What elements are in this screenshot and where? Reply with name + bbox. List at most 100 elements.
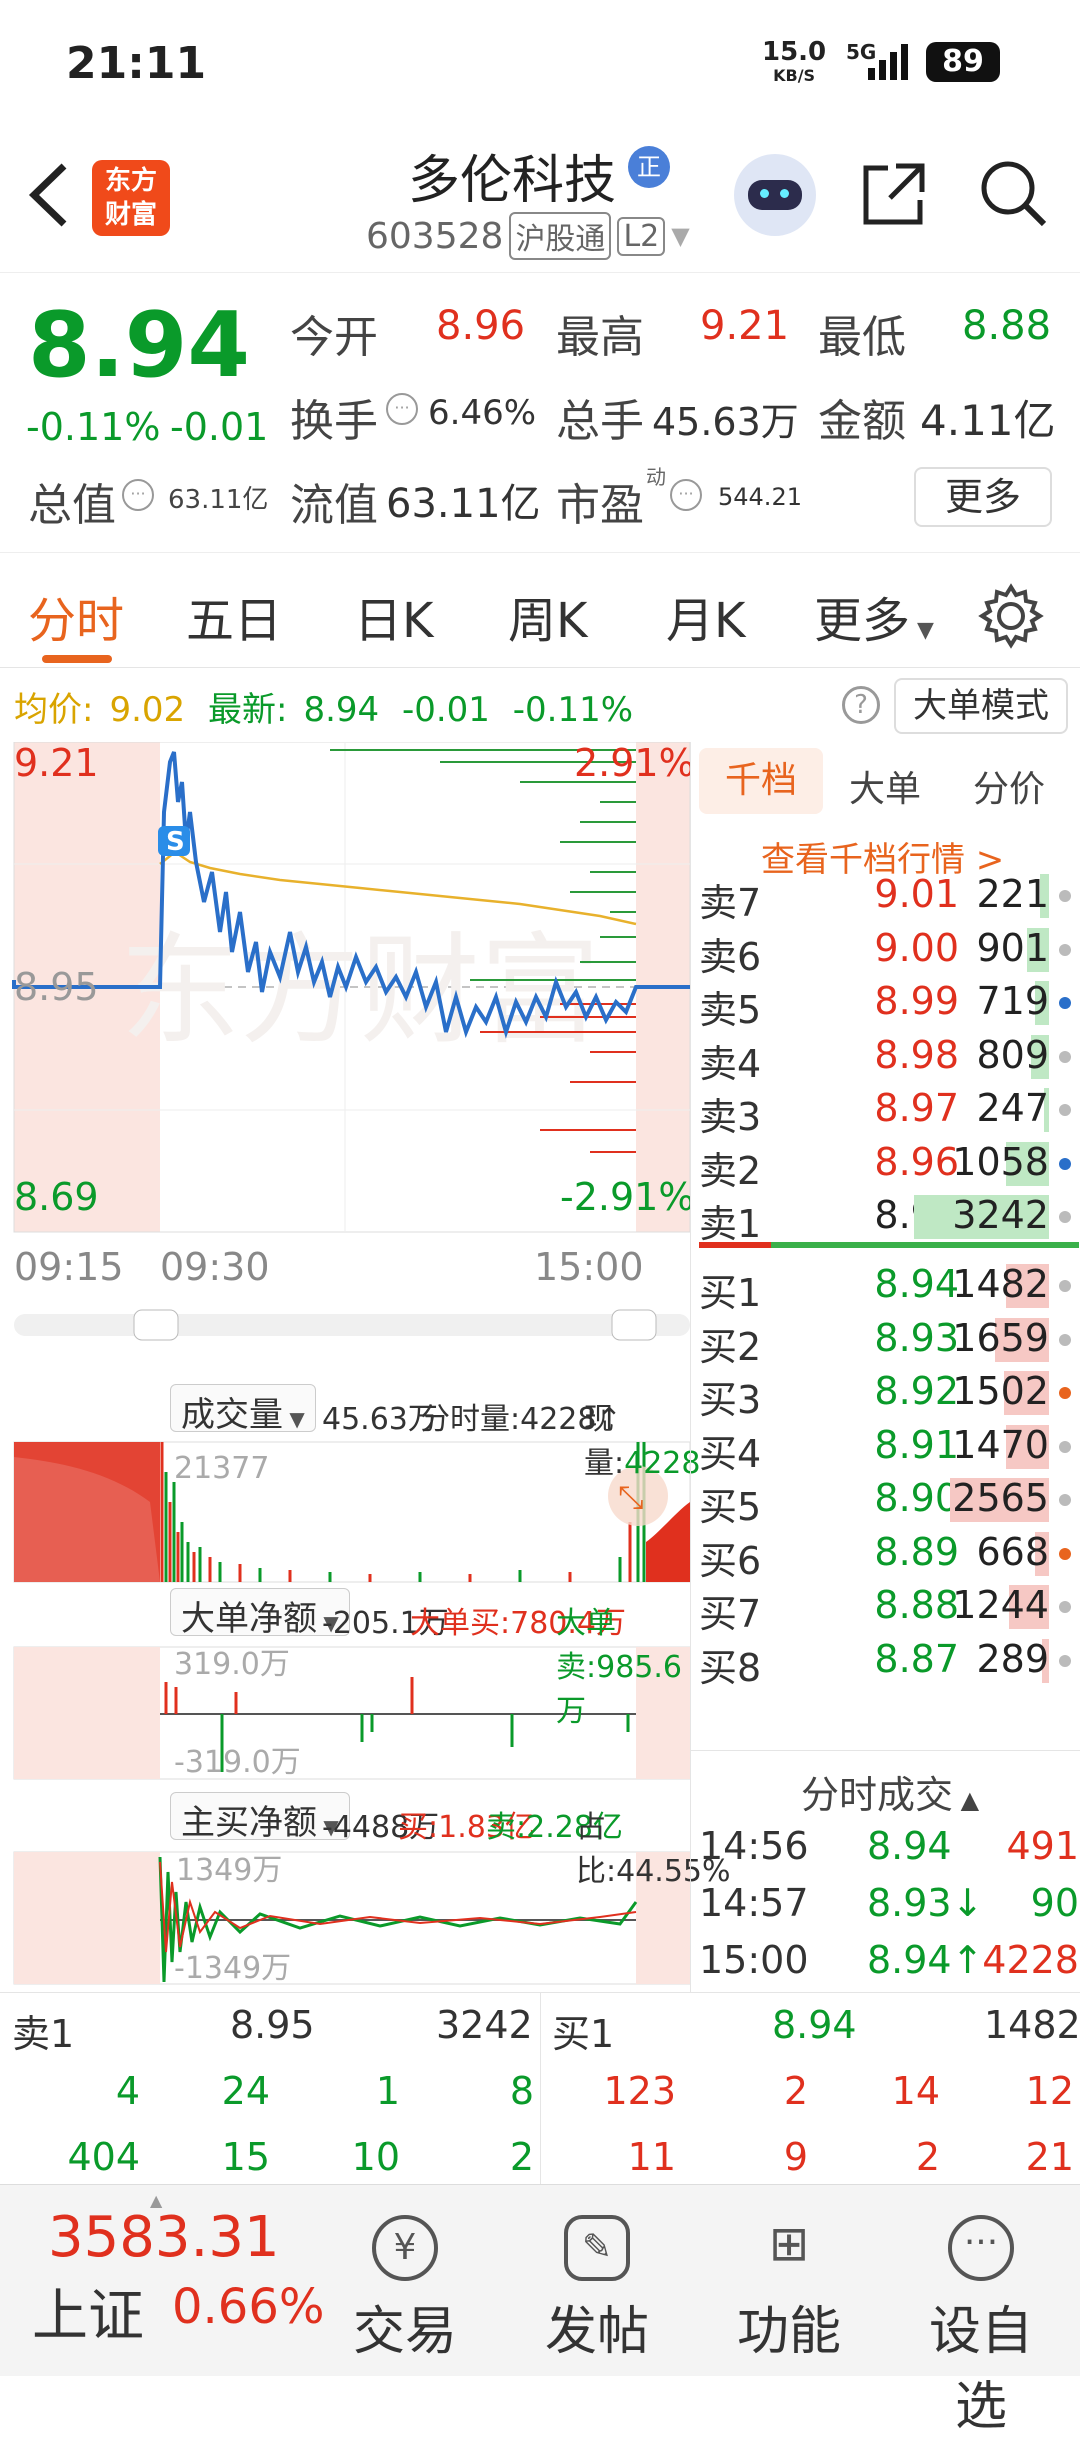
bottom-toolbar: ▲ 3583.31 上证 0.66% ¥ 交易 ✎ 发帖 ⊞ 功能 ··· 设自选 bbox=[0, 2184, 1080, 2437]
sell-queue-order: 10 bbox=[351, 2135, 400, 2179]
add-watchlist-button[interactable]: ··· 设自选 bbox=[906, 2215, 1056, 2439]
sell-level-price: 8.99 bbox=[874, 979, 959, 1023]
buy-queue-order: 2 bbox=[783, 2069, 808, 2113]
clock: 21:11 bbox=[66, 38, 207, 89]
index-value[interactable]: 3583.31 bbox=[48, 2205, 280, 2270]
volume-indicator-dropdown[interactable]: 成交量 ▼ bbox=[170, 1384, 316, 1435]
sell-level-volume: 3242 bbox=[952, 1193, 1049, 1237]
chevron-down-icon[interactable]: ▼ bbox=[671, 222, 689, 250]
buy-level-price: 8.90 bbox=[874, 1476, 959, 1520]
tab-monthly-k[interactable]: 月K bbox=[666, 581, 745, 651]
buy-level-row[interactable]: 买1 8.94 1482 bbox=[699, 1260, 1079, 1315]
more-dots-icon[interactable]: ··· bbox=[386, 393, 418, 425]
avg-label: 均价: bbox=[14, 690, 94, 730]
back-arrow-icon[interactable] bbox=[26, 160, 70, 230]
sell-level-dot bbox=[1059, 890, 1071, 902]
buy-level-row[interactable]: 买3 8.92 1502 bbox=[699, 1367, 1079, 1422]
buy-level-dot bbox=[1059, 1547, 1071, 1560]
buy-level-dot bbox=[1059, 1333, 1071, 1346]
sell-level-dot bbox=[1059, 943, 1071, 956]
expand-arrow-icon[interactable]: ⤡ bbox=[618, 1478, 644, 1516]
connect-tag: 沪股通 bbox=[509, 212, 612, 260]
time-sales-title[interactable]: 分时成交 ▲ bbox=[801, 1764, 979, 1819]
watermark: 东方财富 bbox=[120, 924, 600, 1058]
tab-price-dist[interactable]: 分价 bbox=[973, 760, 1045, 812]
trade-row: 14:57 8.93↓ 90 bbox=[699, 1881, 1079, 1933]
app-logo[interactable]: 东方 财富 bbox=[92, 160, 170, 236]
buy-level-row[interactable]: 买4 8.91 1470 bbox=[699, 1421, 1079, 1476]
trade-button[interactable]: ¥ 交易 bbox=[330, 2215, 480, 2364]
tab-daily-k[interactable]: 日K bbox=[354, 581, 433, 651]
sell-queue-order: 4 bbox=[115, 2069, 140, 2113]
tab-five-day[interactable]: 五日 bbox=[186, 581, 282, 651]
scroll-handle-left[interactable] bbox=[133, 1309, 179, 1341]
tab-intraday[interactable]: 分时 bbox=[28, 581, 124, 651]
sell-level-row[interactable]: 卖5 8.99 719 bbox=[699, 977, 1079, 1032]
trade-time: 14:57 bbox=[699, 1881, 809, 1925]
book-divider bbox=[699, 1242, 1079, 1248]
scroll-handle-right[interactable] bbox=[611, 1309, 657, 1341]
high-label: 最高 bbox=[556, 312, 644, 363]
share-icon[interactable] bbox=[858, 158, 930, 230]
sell1-volume: 3242 bbox=[436, 2003, 533, 2047]
intraday-chart-area[interactable]: 东方财富 S 9.21 8.95 8.69 2.91% -2.91% 09:15… bbox=[0, 742, 731, 1992]
index-name[interactable]: 上证 bbox=[32, 2271, 144, 2352]
sell-level-row[interactable]: 卖3 8.97 247 bbox=[699, 1084, 1079, 1139]
sell1-label: 卖1 bbox=[12, 2012, 75, 2056]
more-button[interactable]: 更多 bbox=[914, 467, 1052, 527]
last-change: -0.01 bbox=[401, 690, 490, 730]
sell-level-label: 卖5 bbox=[699, 988, 762, 1032]
sell-level-price: 9.00 bbox=[874, 925, 959, 970]
more-dots-icon[interactable]: ··· bbox=[670, 479, 702, 511]
buy-level-volume: 668 bbox=[976, 1529, 1049, 1574]
more-dots-icon[interactable]: ··· bbox=[122, 479, 154, 511]
robot-assistant-icon[interactable] bbox=[734, 154, 816, 236]
trade-volume: 90 bbox=[1030, 1881, 1079, 1925]
divider bbox=[691, 1750, 1080, 1751]
sell-level-row[interactable]: 卖7 9.01 221 bbox=[699, 870, 1079, 925]
buy-level-row[interactable]: 买7 8.88 1244 bbox=[699, 1581, 1079, 1636]
help-icon[interactable]: ? bbox=[842, 686, 880, 724]
buy-level-price: 8.92 bbox=[874, 1369, 959, 1413]
buy-level-row[interactable]: 买6 8.89 668 bbox=[699, 1528, 1079, 1583]
sell-queue-order: 404 bbox=[67, 2135, 140, 2179]
functions-button[interactable]: ⊞ 功能 bbox=[714, 2215, 864, 2364]
time-scrollbar[interactable] bbox=[14, 1314, 690, 1336]
main-buy-min-label: -1349万 bbox=[174, 1951, 291, 1986]
buy-queue-order: 14 bbox=[891, 2069, 940, 2113]
sell-level-row[interactable]: 卖4 8.98 809 bbox=[699, 1031, 1079, 1086]
amount-value: 4.11亿 bbox=[920, 396, 1056, 445]
sell-level-row[interactable]: 卖2 8.96 1058 bbox=[699, 1138, 1079, 1193]
buy-level-label: 买5 bbox=[699, 1485, 762, 1529]
tab-thousand-levels[interactable]: 千档 bbox=[699, 748, 823, 814]
tab-weekly-k[interactable]: 周K bbox=[508, 581, 587, 651]
tab-big-orders[interactable]: 大单 bbox=[849, 760, 921, 812]
float-label: 流值 bbox=[290, 480, 378, 531]
sell-level-row[interactable]: 卖1 8.95 3242 bbox=[699, 1191, 1079, 1246]
sell-level-row[interactable]: 卖6 9.00 901 bbox=[699, 924, 1079, 979]
trade-row: 14:56 8.94 491 bbox=[699, 1824, 1079, 1876]
buy-level-row[interactable]: 买2 8.93 1659 bbox=[699, 1314, 1079, 1369]
buy1-price: 8.94 bbox=[772, 2003, 857, 2047]
change-amount: -0.01 bbox=[170, 405, 269, 449]
post-button[interactable]: ✎ 发帖 bbox=[522, 2215, 672, 2364]
big-order-mode-button[interactable]: 大单模式 bbox=[894, 678, 1068, 734]
buy-level-volume: 1470 bbox=[952, 1422, 1049, 1467]
sell-level-volume: 719 bbox=[976, 979, 1049, 1023]
tab-more[interactable]: 更多 ▼ bbox=[814, 581, 934, 651]
buy-level-row[interactable]: 买8 8.87 289 bbox=[699, 1635, 1079, 1690]
buy-level-price: 8.91 bbox=[874, 1422, 959, 1467]
buy-level-row[interactable]: 买5 8.90 2565 bbox=[699, 1474, 1079, 1529]
index-percent[interactable]: 0.66% bbox=[172, 2279, 324, 2335]
search-icon[interactable] bbox=[978, 158, 1050, 230]
status-bar: 21:11 15.0 KB/S 5G 89 bbox=[0, 0, 1080, 120]
time-label-close: 15:00 bbox=[534, 1245, 644, 1289]
buy-queue-order: 123 bbox=[603, 2069, 676, 2113]
trade-price: 8.94↑ bbox=[867, 1938, 984, 1982]
buy-level-volume: 1659 bbox=[952, 1315, 1049, 1360]
amount-label: 金额 bbox=[818, 396, 906, 447]
sell-level-dot bbox=[1059, 1157, 1071, 1170]
sell-level-volume: 901 bbox=[976, 925, 1049, 970]
last-price: 8.94 bbox=[28, 293, 251, 398]
gear-icon[interactable] bbox=[978, 583, 1044, 649]
